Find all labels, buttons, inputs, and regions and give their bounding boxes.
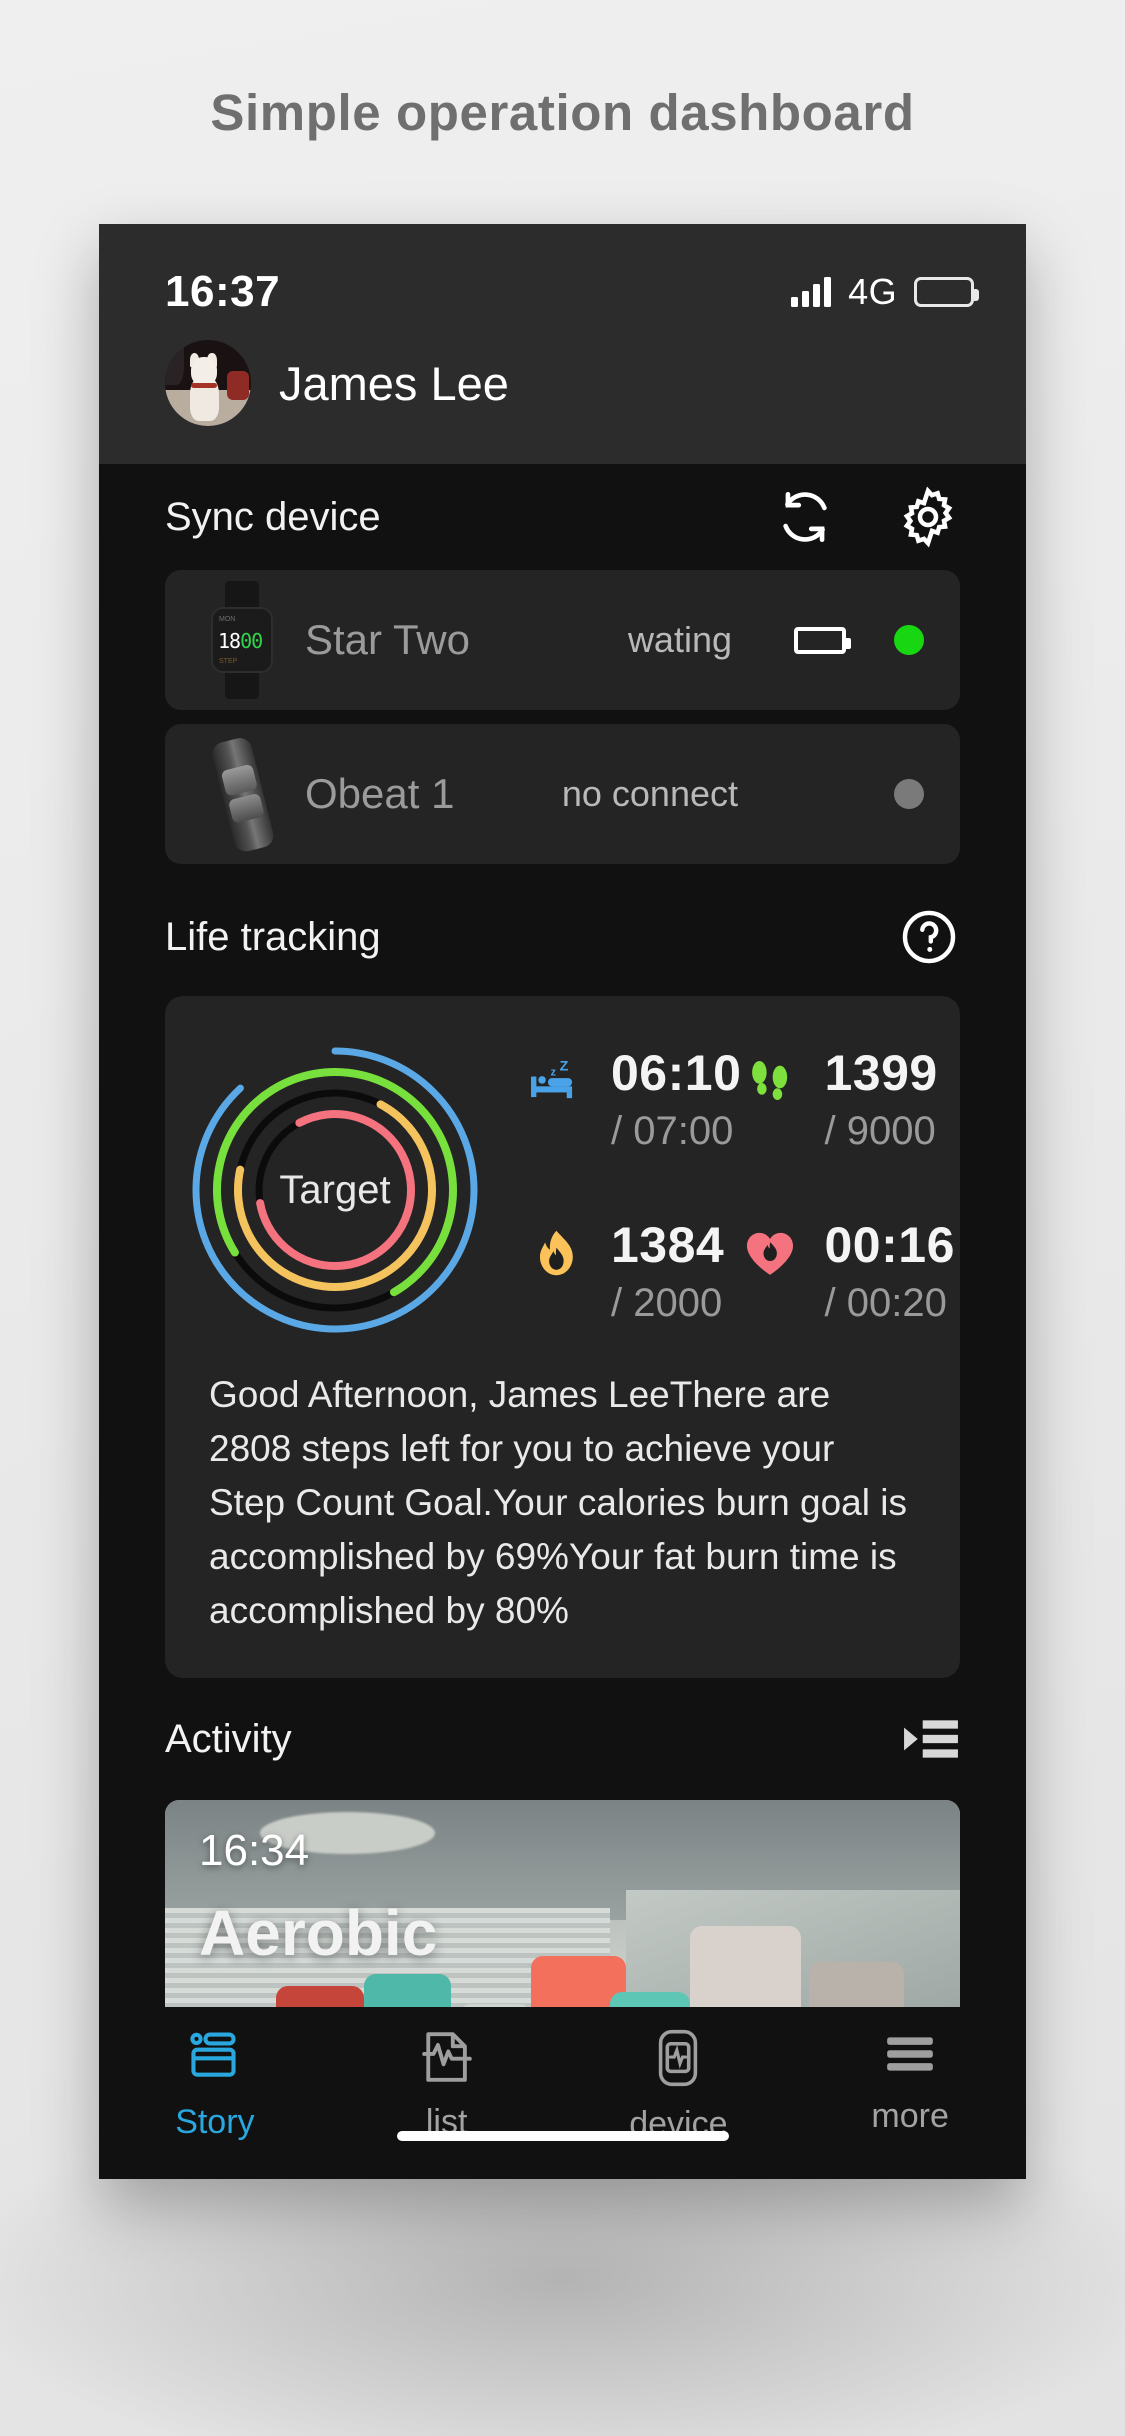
metric-fat-burn[interactable]: 00:16 / 00:20 xyxy=(737,1154,954,1326)
refresh-icon[interactable] xyxy=(774,486,836,548)
life-tracking-summary: Good Afternoon, James LeeThere are 2808 … xyxy=(209,1374,907,1632)
metrics-row-bottom: 1384 / 2000 00:16 / 00:20 xyxy=(523,1154,954,1326)
list-chart-icon xyxy=(420,2029,474,2090)
tab-label: Story xyxy=(175,2103,255,2141)
flame-icon xyxy=(523,1220,589,1294)
battery-icon xyxy=(914,277,979,307)
footsteps-icon xyxy=(737,1048,803,1122)
metric-goal: / 2000 xyxy=(611,1281,723,1325)
metric-sleep[interactable]: Z z 06:10 / 07:00 xyxy=(523,1048,741,1154)
playlist-icon[interactable] xyxy=(902,1715,960,1763)
metric-value: 1384 xyxy=(611,1217,725,1273)
status-bar-clock: 16:37 xyxy=(165,267,281,316)
rings-center-label: Target xyxy=(279,1167,391,1212)
metric-steps[interactable]: 1399 / 9000 xyxy=(737,1048,951,1154)
metrics-grid: Z z 06:10 / 07:00 1399 / 9000 1384 / 200… xyxy=(495,1030,954,1326)
gear-icon[interactable] xyxy=(896,485,960,549)
watch-time-lit: 00 xyxy=(240,629,263,653)
device-battery-icon xyxy=(794,626,851,654)
device-name: Obeat 1 xyxy=(305,770,455,817)
device-status: no connect xyxy=(561,773,738,814)
metric-goal: / 9000 xyxy=(824,1109,936,1153)
device-status: wating xyxy=(627,619,732,660)
status-bar: 16:37 4G xyxy=(99,224,1026,334)
metric-calories[interactable]: 1384 / 2000 xyxy=(523,1154,737,1326)
profile-header[interactable]: James Lee xyxy=(99,334,1026,464)
tab-more[interactable]: more xyxy=(794,2029,1026,2136)
watch-time-dim: 18 xyxy=(218,629,241,653)
tab-device[interactable]: device xyxy=(563,2029,795,2144)
status-bar-indicators: 4G xyxy=(791,271,979,313)
device-list: MON 1800 STEP Star Two wating Obeat 1 no… xyxy=(99,570,1026,864)
metric-goal: / 00:20 xyxy=(824,1281,947,1325)
svg-text:z: z xyxy=(551,1067,556,1079)
svg-text:Z: Z xyxy=(560,1058,569,1074)
heart-flame-icon xyxy=(737,1220,803,1294)
profile-name: James Lee xyxy=(279,356,509,410)
sleep-bed-icon: Z z xyxy=(523,1048,589,1122)
hamburger-icon xyxy=(883,2029,937,2084)
smartwatch-icon: MON 1800 STEP xyxy=(189,581,297,699)
network-type-label: 4G xyxy=(848,271,897,312)
bracelet-icon xyxy=(189,735,297,854)
life-tracking-title: Life tracking xyxy=(165,914,381,959)
sync-device-actions xyxy=(774,485,960,549)
target-rings-chart: Target xyxy=(175,1030,495,1350)
page-title: Simple operation dashboard xyxy=(210,83,915,141)
metric-goal: / 07:00 xyxy=(611,1109,734,1153)
activity-header: Activity xyxy=(99,1678,1026,1800)
sync-device-title: Sync device xyxy=(165,494,381,539)
avatar[interactable] xyxy=(165,340,251,426)
sync-device-header: Sync device xyxy=(99,464,1026,570)
device-card-obeat-1[interactable]: Obeat 1 no connect xyxy=(165,724,960,864)
life-tracking-header: Life tracking xyxy=(99,878,1026,996)
activity-card-time: 16:34 xyxy=(199,1826,310,1876)
tab-label: more xyxy=(871,2097,949,2135)
tab-list[interactable]: list xyxy=(331,2029,563,2142)
metric-value: 00:16 xyxy=(824,1217,955,1273)
phone-frame: 16:37 4G James Lee Sync device MON 1800 … xyxy=(99,224,1026,2179)
metrics-row-top: Z z 06:10 / 07:00 1399 / 9000 xyxy=(523,1048,950,1154)
metric-value: 1399 xyxy=(824,1045,938,1101)
life-tracking-panel: Target Z z 06:10 / 07:00 1399 / 9000 138… xyxy=(165,996,960,1679)
device-card-star-two[interactable]: MON 1800 STEP Star Two wating xyxy=(165,570,960,710)
rings-and-metrics: Target Z z 06:10 / 07:00 1399 / 9000 138… xyxy=(165,1030,960,1350)
tab-story[interactable]: Story xyxy=(99,2029,331,2142)
home-indicator xyxy=(396,2131,729,2141)
activity-title: Activity xyxy=(165,1716,292,1761)
device-connection-dot xyxy=(894,779,924,809)
device-name: Star Two xyxy=(305,616,470,663)
metric-value: 06:10 xyxy=(611,1045,742,1101)
story-icon xyxy=(187,2029,243,2090)
activity-card-name: Aerobic xyxy=(199,1897,438,1970)
device-connection-dot xyxy=(894,625,924,655)
signal-bars-icon xyxy=(791,277,832,307)
question-mark-icon[interactable] xyxy=(898,906,960,968)
bottom-tab-bar: Story list device more xyxy=(99,2007,1026,2179)
device-watch-icon xyxy=(654,2029,702,2092)
